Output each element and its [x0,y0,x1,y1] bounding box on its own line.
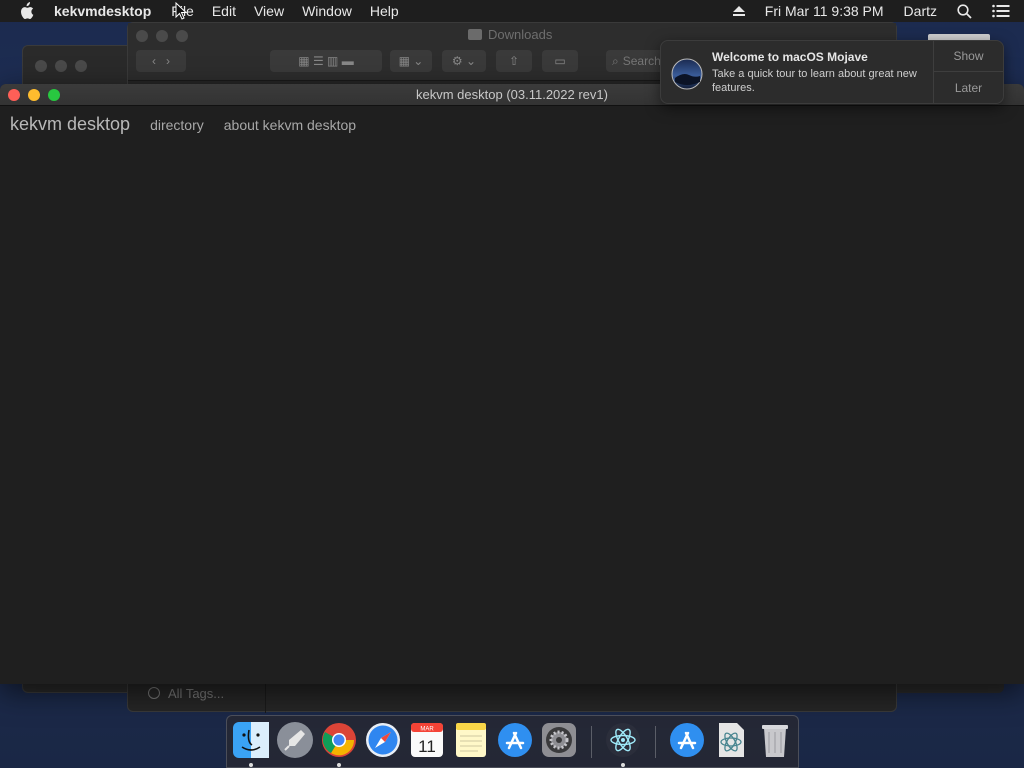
notification-body: Take a quick tour to learn about great n… [712,68,917,94]
menu-edit[interactable]: Edit [212,3,236,19]
menu-user[interactable]: Dartz [904,3,937,19]
notification-banner[interactable]: Welcome to macOS Mojave Take a quick tou… [660,40,1004,104]
menu-view[interactable]: View [254,3,284,19]
chrome-icon[interactable] [319,720,359,767]
later-button[interactable]: Later [934,72,1003,103]
macos-mojave-icon [671,58,703,90]
apple-icon[interactable] [18,2,40,20]
window-controls[interactable] [136,30,188,42]
app-store-download-icon[interactable] [667,720,707,764]
brand-link[interactable]: kekvm desktop [10,114,130,135]
group-button[interactable]: ▦ ⌄ [390,50,432,72]
launchpad-icon[interactable] [275,720,315,764]
notes-icon[interactable] [451,720,491,764]
calendar-icon[interactable]: MAR 11 [407,720,447,764]
show-button[interactable]: Show [934,41,1003,72]
kekvm-desktop-window[interactable]: kekvm desktop (03.11.2022 rev1) kekvm de… [0,84,1024,684]
notification-actions: Show Later [933,41,1003,103]
nav-link-directory[interactable]: directory [150,117,204,133]
menu-app-name[interactable]: kekvmdesktop [54,3,151,19]
notification-title: Welcome to macOS Mojave [712,50,868,64]
svg-text:MAR: MAR [420,727,434,733]
safari-icon[interactable] [363,720,403,764]
menu-bar: kekvmdesktop File Edit View Window Help … [0,0,1024,22]
menu-extras: Fri Mar 11 9:38 PM Dartz [732,0,1024,22]
folder-icon [468,29,482,40]
electron-document-icon[interactable] [711,720,751,764]
eject-icon[interactable] [732,6,745,16]
app-navbar: kekvm desktop directory about kekvm desk… [10,114,376,135]
tag-icon [148,687,160,699]
menu-window[interactable]: Window [302,3,352,19]
spotlight-search-icon[interactable] [957,3,972,19]
trash-icon[interactable] [755,720,795,764]
app-store-icon[interactable] [495,720,535,764]
svg-text:11: 11 [418,737,436,756]
share-button[interactable]: ⇧ [496,50,532,72]
finder-icon[interactable] [231,720,271,767]
menu-help[interactable]: Help [370,3,399,19]
notification-center-icon[interactable] [992,4,1010,18]
view-mode-buttons[interactable]: ▦ ☰ ▥ ▬ [270,50,382,72]
system-preferences-icon[interactable] [539,720,579,764]
dock: MAR 11 [226,715,799,768]
window-controls [35,60,87,72]
menu-clock[interactable]: Fri Mar 11 9:38 PM [765,3,884,19]
action-button[interactable]: ⚙ ⌄ [442,50,486,72]
electron-icon[interactable] [603,720,643,767]
nav-link-about[interactable]: about kekvm desktop [224,117,356,133]
back-forward-buttons[interactable]: ‹ › [136,50,186,72]
mouse-cursor-icon [175,2,187,20]
dock-separator [655,726,656,758]
finder-title: Downloads [468,27,552,42]
tags-button[interactable]: ▭ [542,50,578,72]
search-icon: ⌕ [612,53,619,68]
dock-separator [591,726,592,758]
